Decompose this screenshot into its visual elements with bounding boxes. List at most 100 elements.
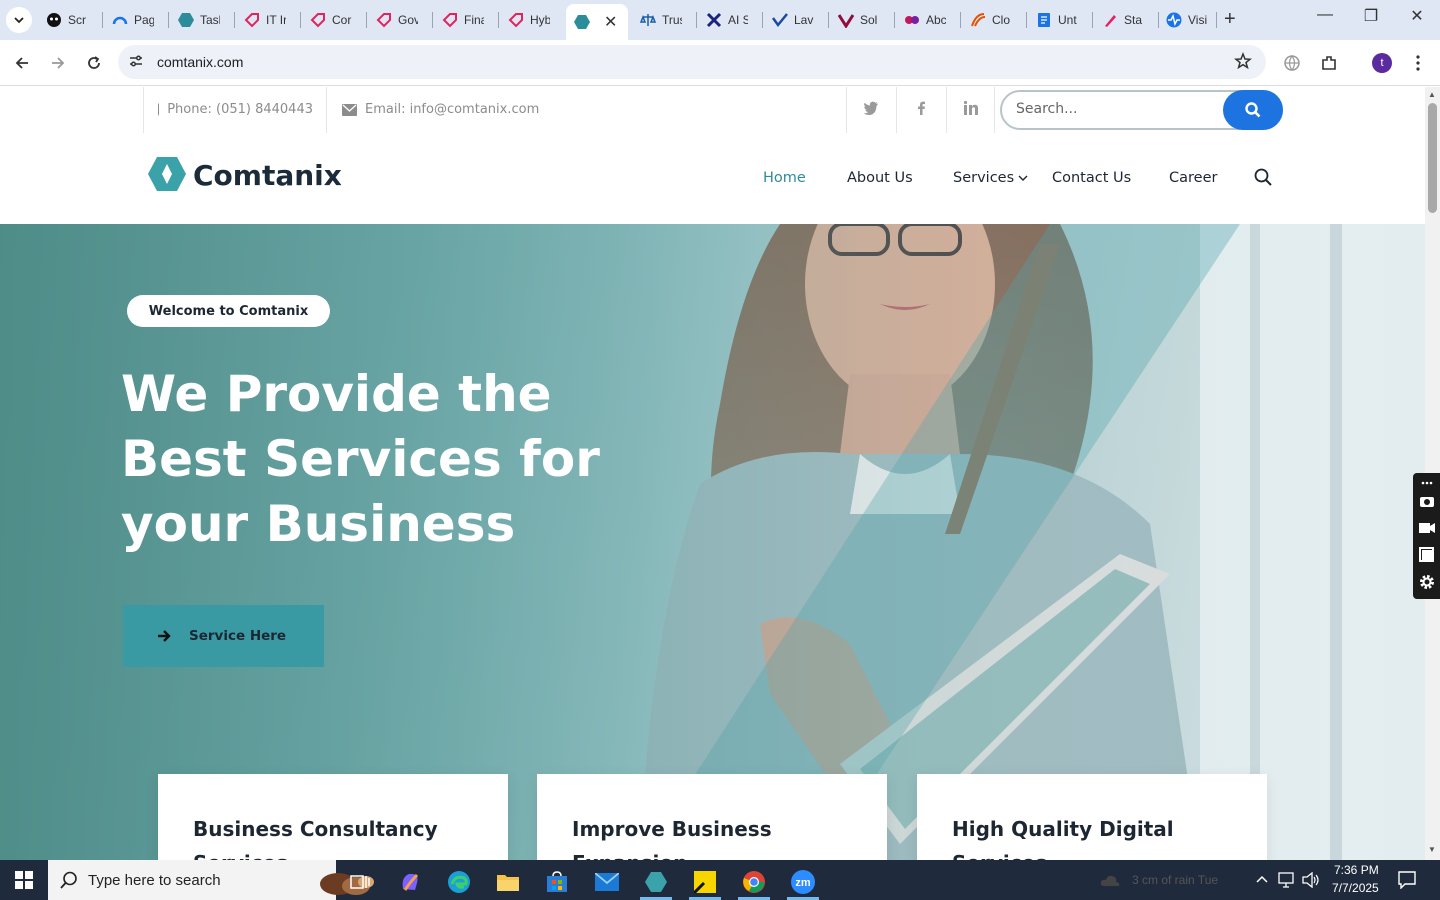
linkedin-icon[interactable]	[961, 100, 981, 120]
minimize-button[interactable]: —	[1310, 6, 1340, 24]
tab-16[interactable]: Sta	[1102, 7, 1144, 33]
video-icon[interactable]	[1419, 520, 1435, 536]
tab-label: Pag	[134, 13, 154, 27]
facebook-icon[interactable]	[911, 100, 931, 120]
tab-5[interactable]: Gov	[376, 7, 418, 33]
store-icon[interactable]	[537, 864, 577, 900]
clock-date[interactable]: 7/7/2025	[1332, 881, 1379, 895]
file-explorer-icon[interactable]	[488, 864, 528, 900]
volume-icon[interactable]	[1302, 872, 1320, 888]
scroll-up-icon[interactable]: ▲	[1428, 90, 1436, 99]
tab-separator	[234, 12, 235, 28]
arrow-left-icon	[15, 57, 28, 69]
tab-15[interactable]: Unt	[1036, 7, 1078, 33]
service-card[interactable]: Business Consultancy Services	[158, 774, 508, 860]
divider	[946, 87, 947, 133]
nav-about-us[interactable]: About Us	[847, 170, 913, 186]
edge-icon[interactable]	[439, 864, 479, 900]
tab-label: Hyb	[530, 13, 550, 27]
service-here-button[interactable]: Service Here	[123, 605, 324, 667]
nav-services[interactable]: Services	[953, 170, 1028, 186]
tab-12[interactable]: Sol	[838, 7, 880, 33]
chevron-down-icon	[14, 17, 24, 24]
zoom-icon[interactable]: zm	[783, 864, 823, 900]
tab-1[interactable]: Pag	[112, 7, 154, 33]
tab-10[interactable]: AI S	[706, 7, 748, 33]
pen-icon	[1102, 12, 1118, 28]
tab-3[interactable]: IT Ir	[244, 7, 286, 33]
gauge-icon	[112, 12, 128, 28]
forward-button[interactable]	[46, 51, 70, 75]
notification-icon[interactable]	[1398, 871, 1416, 889]
check-brand-icon	[772, 12, 788, 28]
maximize-button[interactable]: ❐	[1356, 6, 1386, 26]
gear-icon[interactable]	[1419, 574, 1435, 590]
header-search-icon[interactable]	[1254, 168, 1272, 186]
network-icon[interactable]	[1278, 872, 1296, 888]
scroll-down-icon[interactable]: ▼	[1428, 845, 1436, 854]
email-contact[interactable]: Email: info@comtanix.com	[342, 102, 539, 117]
taskbar-search[interactable]: Type here to search	[48, 860, 374, 900]
chrome-icon[interactable]	[734, 864, 774, 900]
address-bar[interactable]: comtanix.com	[118, 45, 1266, 79]
service-card[interactable]: Improve Business Expansion	[537, 774, 887, 860]
clock-time[interactable]: 7:36 PM	[1334, 863, 1379, 877]
button-label: Service Here	[189, 628, 287, 644]
camera-icon[interactable]	[1419, 493, 1435, 509]
copilot-icon[interactable]	[390, 864, 430, 900]
tab-separator	[1158, 12, 1159, 28]
bookmark-star-icon[interactable]	[1234, 51, 1252, 75]
top-contact-bar: Phone: (051) 8440443 Email: info@comtani…	[0, 87, 1425, 133]
profile-avatar[interactable]: t	[1372, 53, 1392, 73]
tag-icon	[442, 12, 458, 28]
tab-9[interactable]: Trus	[640, 7, 682, 33]
logo-text[interactable]: Comtanix	[193, 159, 342, 192]
tab-label: IT Ir	[266, 13, 286, 27]
chevron-up-icon[interactable]	[1256, 875, 1268, 883]
site-search-button[interactable]	[1223, 90, 1283, 130]
phone-text: Phone: (051) 8440443	[167, 102, 313, 117]
window-capture-icon[interactable]	[1419, 547, 1435, 563]
tab-label: Tasl	[200, 13, 220, 27]
swoosh-icon	[970, 12, 986, 28]
more-dots-icon[interactable]	[1419, 475, 1435, 491]
phone-contact[interactable]: Phone: (051) 8440443	[158, 102, 313, 117]
site-search-input[interactable]	[1016, 101, 1216, 117]
site-header: Comtanix Home About Us Services Contact …	[0, 133, 1425, 224]
comtanix-app-icon[interactable]	[636, 864, 676, 900]
tab-8-active[interactable]: ✕	[566, 4, 628, 40]
tab-6[interactable]: Fina	[442, 7, 484, 33]
translate-icon[interactable]	[1281, 52, 1303, 74]
close-tab-icon[interactable]: ✕	[604, 12, 617, 32]
nav-contact-us[interactable]: Contact Us	[1052, 170, 1131, 186]
start-button[interactable]	[0, 860, 48, 900]
reload-button[interactable]	[82, 51, 106, 75]
tab-17[interactable]: Visi	[1166, 7, 1208, 33]
tab-search-button[interactable]	[6, 7, 32, 33]
scales-icon	[640, 12, 656, 28]
tab-13[interactable]: Abc	[904, 7, 946, 33]
tab-11[interactable]: Lav	[772, 7, 814, 33]
mail-icon[interactable]	[587, 864, 627, 900]
close-window-button[interactable]: ✕	[1402, 6, 1432, 26]
tag-icon	[310, 12, 326, 28]
nav-home[interactable]: Home	[763, 170, 806, 186]
scroll-thumb[interactable]	[1428, 103, 1437, 213]
extensions-icon[interactable]	[1318, 52, 1340, 74]
sticky-notes-icon[interactable]	[685, 864, 725, 900]
service-card[interactable]: High Quality Digital Services	[917, 774, 1267, 860]
back-button[interactable]	[10, 51, 34, 75]
tab-7[interactable]: Hyb	[508, 7, 550, 33]
nav-career[interactable]: Career	[1169, 170, 1217, 186]
task-view-icon[interactable]	[340, 864, 380, 900]
tab-4[interactable]: Cor	[310, 7, 352, 33]
tag-icon	[508, 12, 524, 28]
tab-14[interactable]: Clo	[970, 7, 1012, 33]
site-info-icon[interactable]	[128, 53, 144, 74]
tab-0[interactable]: Scr	[46, 7, 88, 33]
tab-2[interactable]: Tasl	[178, 7, 220, 33]
twitter-icon[interactable]	[861, 100, 881, 120]
new-tab-button[interactable]: +	[1224, 8, 1236, 31]
logo-icon[interactable]	[148, 157, 186, 196]
more-menu-icon[interactable]	[1407, 52, 1429, 74]
